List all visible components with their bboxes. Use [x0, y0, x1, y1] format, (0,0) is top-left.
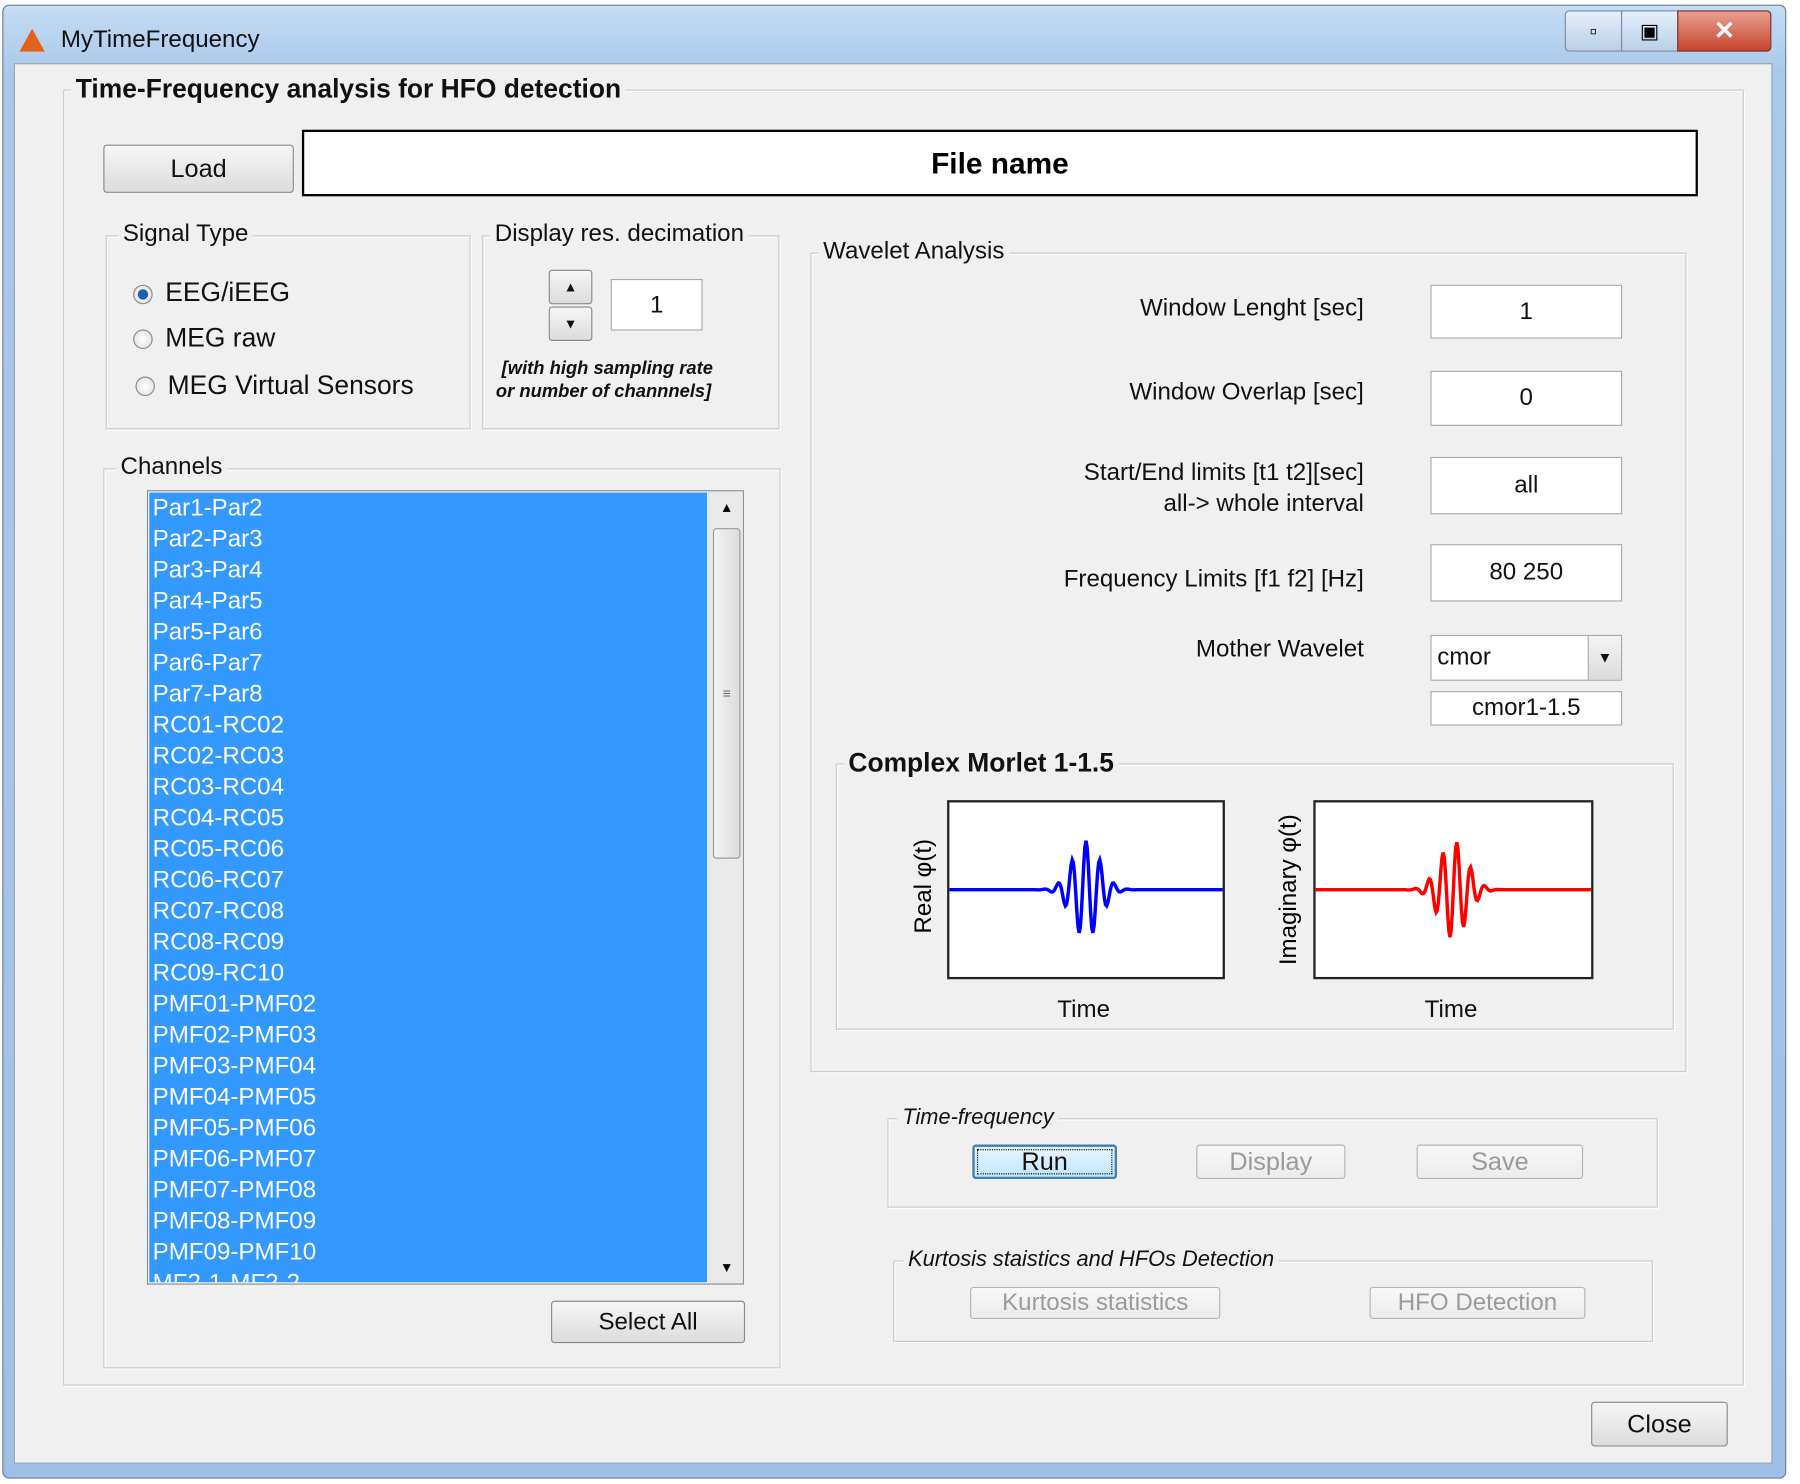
- channel-list-item[interactable]: RC01-RC02: [149, 709, 707, 740]
- window-title: MyTimeFrequency: [60, 26, 260, 53]
- channel-list-item[interactable]: MF2-1-MF2-2: [149, 1267, 707, 1283]
- mother-wavelet-label: Mother Wavelet: [1195, 635, 1364, 663]
- real-ylabel: Real φ(t): [910, 838, 937, 934]
- real-wavelet-svg: [949, 840, 1223, 934]
- channel-list-item[interactable]: PMF09-PMF10: [149, 1236, 707, 1267]
- mother-wavelet-param-input[interactable]: cmor1-1.5: [1430, 691, 1623, 726]
- time-frequency-title: Time-frequency: [897, 1105, 1059, 1131]
- decimation-note-1: [with high sampling rate: [501, 359, 713, 379]
- channel-list-item[interactable]: PMF04-PMF05: [149, 1081, 707, 1112]
- limits-label-2: all-> whole interval: [1163, 490, 1364, 517]
- mother-wavelet-value: cmor: [1437, 644, 1491, 671]
- channel-list-item[interactable]: Par7-Par8: [149, 678, 707, 709]
- real-part-plot: [947, 800, 1225, 980]
- minimize-button[interactable]: ▫: [1564, 10, 1623, 52]
- channel-list-item[interactable]: RC02-RC03: [149, 740, 707, 771]
- wavelet-preview-title: Complex Morlet 1-1.5: [843, 747, 1119, 779]
- channel-list-item[interactable]: RC05-RC06: [149, 833, 707, 864]
- kurtosis-statistics-button[interactable]: Kurtosis statistics: [970, 1286, 1221, 1320]
- limits-label-1: Start/End limits [t1 t2][sec]: [1083, 459, 1364, 486]
- title-bar[interactable]: MyTimeFrequency ▫ ▣ ✕: [3, 6, 1785, 70]
- main-group-title: Time-Frequency analysis for HFO detectio…: [71, 73, 626, 105]
- window-overlap-label: Window Overlap [sec]: [1129, 378, 1364, 406]
- matlab-icon: [19, 28, 45, 52]
- imag-wavelet-svg: [1315, 841, 1592, 938]
- imag-xlabel: Time: [1424, 996, 1478, 1023]
- file-name-text: File name: [931, 145, 1069, 180]
- channel-list-item[interactable]: PMF02-PMF03: [149, 1019, 707, 1050]
- channel-list-item[interactable]: PMF07-PMF08: [149, 1174, 707, 1205]
- channels-scrollbar[interactable]: ▲ ≡ ▼: [708, 491, 743, 1284]
- load-button[interactable]: Load: [103, 144, 294, 193]
- kurtosis-title: Kurtosis staistics and HFOs Detection: [903, 1247, 1279, 1274]
- channel-list-item[interactable]: Par2-Par3: [149, 523, 707, 554]
- channel-list-item[interactable]: RC08-RC09: [149, 926, 707, 957]
- window-length-label: Window Lenght [sec]: [1140, 295, 1364, 322]
- spinner-down-button[interactable]: ▼: [548, 306, 593, 341]
- channel-list-item[interactable]: RC03-RC04: [149, 771, 707, 802]
- chevron-down-icon[interactable]: ▼: [1587, 635, 1621, 680]
- channel-list-item[interactable]: Par6-Par7: [149, 647, 707, 678]
- wavelet-title: Wavelet Analysis: [818, 237, 1010, 266]
- channel-list-item[interactable]: RC07-RC08: [149, 895, 707, 926]
- close-window-button[interactable]: ✕: [1677, 10, 1772, 52]
- imag-part-plot: [1313, 800, 1594, 980]
- channel-list-item[interactable]: Par4-Par5: [149, 585, 707, 616]
- channel-list-item[interactable]: PMF05-PMF06: [149, 1112, 707, 1143]
- imag-wavelet-line: [1315, 841, 1592, 938]
- limits-input[interactable]: all: [1430, 456, 1623, 515]
- channel-list-item[interactable]: Par1-Par2: [149, 492, 707, 523]
- frequency-limits-input[interactable]: 80 250: [1430, 544, 1623, 602]
- channel-list-item[interactable]: RC09-RC10: [149, 957, 707, 988]
- hfo-detection-button[interactable]: HFO Detection: [1369, 1286, 1586, 1320]
- imag-ylabel: Imaginary φ(t): [1275, 814, 1302, 966]
- channel-list-item[interactable]: Par5-Par6: [149, 616, 707, 647]
- maximize-button[interactable]: ▣: [1620, 10, 1679, 52]
- channel-list-item[interactable]: PMF01-PMF02: [149, 988, 707, 1019]
- scroll-down-arrow[interactable]: ▼: [709, 1251, 742, 1283]
- real-wavelet-line: [949, 840, 1223, 934]
- spinner-up-button[interactable]: ▲: [548, 269, 593, 305]
- window-overlap-input[interactable]: 0: [1430, 370, 1623, 426]
- close-button[interactable]: Close: [1591, 1401, 1728, 1447]
- radio-eeg-label[interactable]: EEG/iEEG: [165, 277, 290, 308]
- channels-title: Channels: [115, 453, 227, 482]
- save-button[interactable]: Save: [1416, 1144, 1584, 1179]
- radio-meg-raw[interactable]: [133, 329, 153, 349]
- scroll-thumb[interactable]: ≡: [712, 528, 741, 859]
- channel-list-item[interactable]: RC04-RC05: [149, 802, 707, 833]
- channel-list-item[interactable]: RC06-RC07: [149, 864, 707, 895]
- frequency-limits-label: Frequency Limits [f1 f2] [Hz]: [1063, 565, 1364, 593]
- signal-type-title: Signal Type: [118, 220, 253, 248]
- radio-meg-raw-label[interactable]: MEG raw: [165, 323, 275, 354]
- decimation-input[interactable]: 1: [610, 278, 703, 331]
- window-length-input[interactable]: 1: [1430, 284, 1623, 339]
- channel-list-item[interactable]: Par3-Par4: [149, 554, 707, 585]
- select-all-button[interactable]: Select All: [551, 1300, 746, 1344]
- decimation-note-2: or number of channnels]: [495, 382, 712, 402]
- real-xlabel: Time: [1057, 996, 1110, 1023]
- decimation-title: Display res. decimation: [490, 220, 749, 248]
- channel-list-item[interactable]: PMF08-PMF09: [149, 1205, 707, 1236]
- display-button[interactable]: Display: [1196, 1144, 1346, 1179]
- run-button[interactable]: Run: [972, 1144, 1118, 1179]
- scroll-up-arrow[interactable]: ▲: [709, 491, 742, 523]
- file-name-display: File name: [301, 129, 1698, 197]
- mother-wavelet-select[interactable]: cmor ▼: [1430, 634, 1623, 681]
- channels-listbox[interactable]: Par1-Par2 Par2-Par3 Par3-Par4 Par4-Par5 Par5…: [146, 490, 744, 1285]
- channel-list-item[interactable]: PMF03-PMF04: [149, 1050, 707, 1081]
- radio-meg-virtual[interactable]: [135, 376, 155, 397]
- radio-meg-virtual-label[interactable]: MEG Virtual Sensors: [168, 370, 414, 401]
- channel-list-item[interactable]: PMF06-PMF07: [149, 1143, 707, 1174]
- radio-eeg[interactable]: [133, 284, 153, 305]
